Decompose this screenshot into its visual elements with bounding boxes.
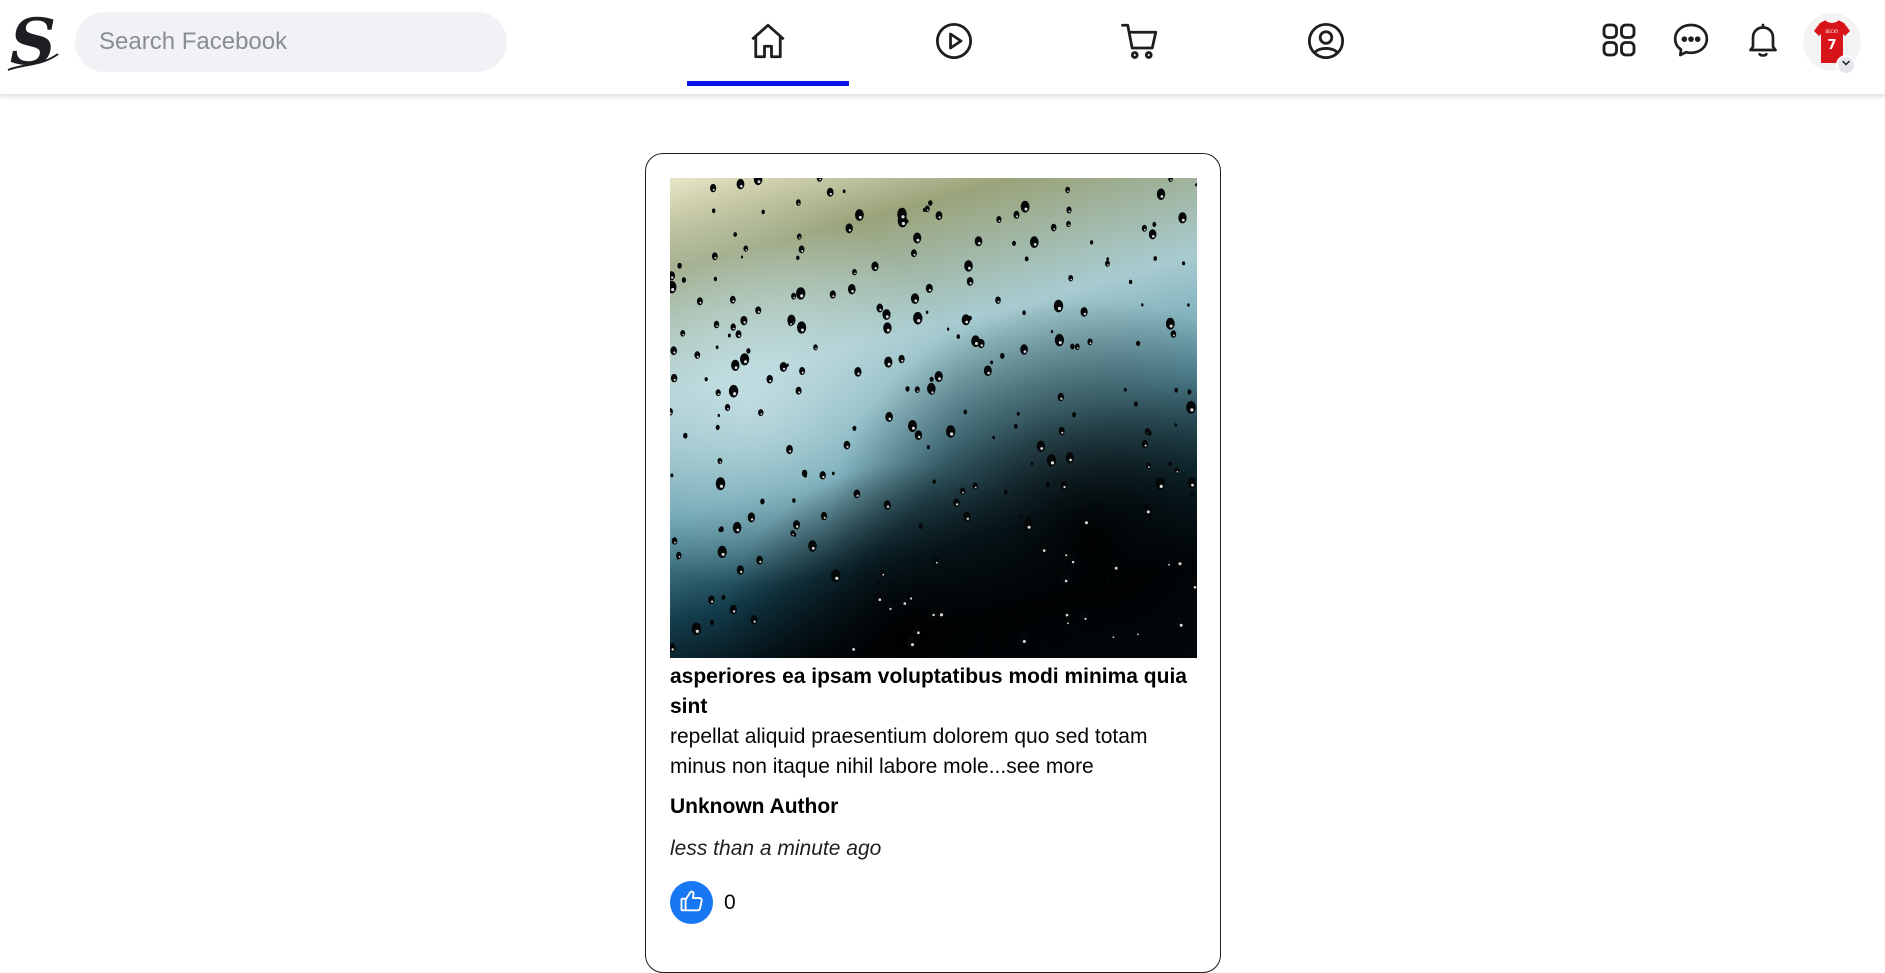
chevron-down-icon bbox=[1840, 56, 1852, 74]
tab-marketplace[interactable] bbox=[1059, 0, 1221, 86]
tab-profile[interactable] bbox=[1245, 0, 1407, 86]
post-body: repellat aliquid praesentium dolorem quo… bbox=[670, 722, 1197, 782]
see-more-link[interactable]: see more bbox=[1006, 755, 1094, 778]
menu-grid-button[interactable] bbox=[1597, 20, 1641, 64]
post-title: asperiores ea ipsam voluptatibus modi mi… bbox=[670, 665, 1187, 718]
post-card: asperiores ea ipsam voluptatibus modi mi… bbox=[645, 153, 1221, 973]
jersey-name: BECKY bbox=[1826, 29, 1840, 34]
notifications-button[interactable] bbox=[1741, 20, 1785, 64]
post-image[interactable] bbox=[670, 178, 1197, 658]
user-circle-icon bbox=[1305, 20, 1347, 67]
cart-icon bbox=[1119, 20, 1161, 67]
account-menu-button[interactable] bbox=[1836, 55, 1856, 75]
search-input[interactable] bbox=[75, 12, 507, 72]
tab-watch[interactable] bbox=[873, 0, 1035, 86]
home-icon bbox=[747, 20, 789, 67]
menu-grid-icon bbox=[1599, 20, 1639, 65]
messenger-button[interactable] bbox=[1669, 20, 1713, 64]
messenger-icon bbox=[1671, 20, 1711, 65]
play-circle-icon bbox=[933, 20, 975, 67]
bell-icon bbox=[1743, 20, 1783, 65]
top-navigation-bar: S Search Facebook BECKY 7 bbox=[0, 0, 1885, 95]
like-count: 0 bbox=[724, 891, 736, 914]
post-timestamp: less than a minute ago bbox=[670, 837, 882, 860]
post-author: Unknown Author bbox=[670, 795, 839, 818]
like-button[interactable] bbox=[670, 881, 713, 924]
thumbs-up-icon bbox=[678, 887, 706, 918]
jersey-number: 7 bbox=[1827, 38, 1836, 53]
site-logo[interactable]: S bbox=[2, 5, 64, 80]
tab-home[interactable] bbox=[687, 0, 849, 86]
